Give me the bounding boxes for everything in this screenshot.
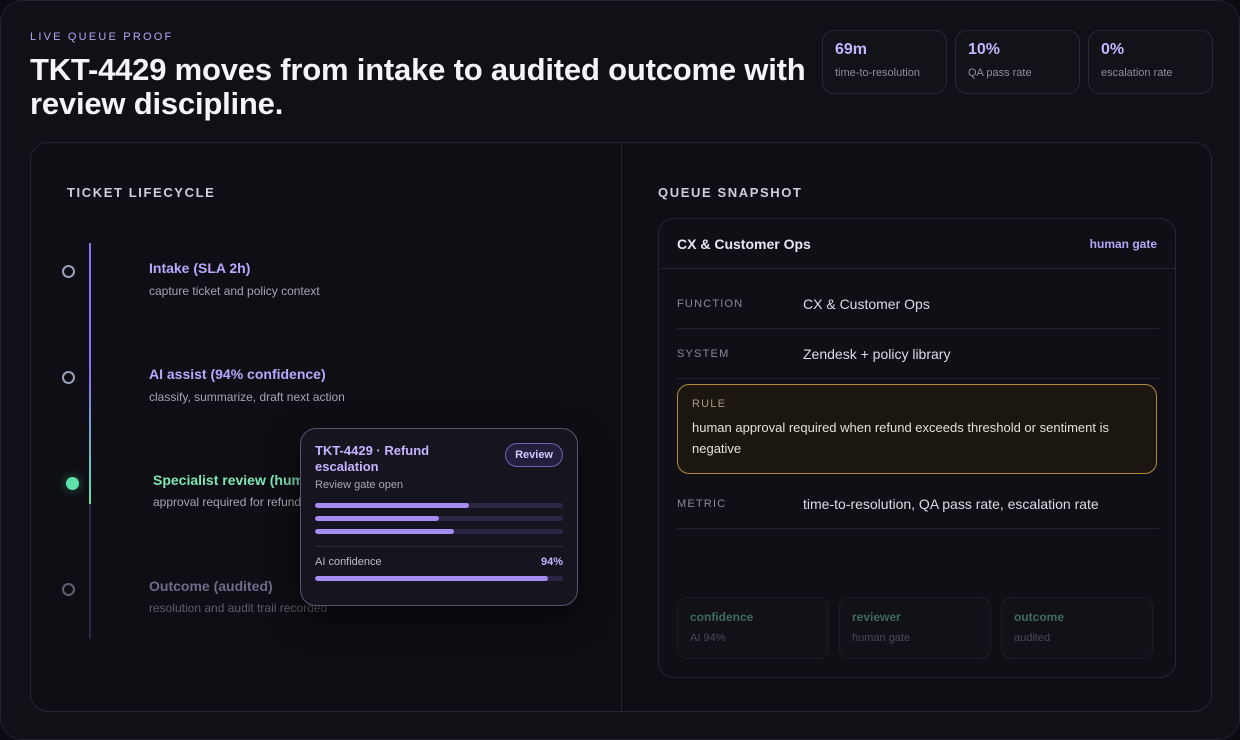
lifecycle-title: TICKET LIFECYCLE (67, 185, 216, 200)
row-key: METRIC (677, 497, 727, 510)
metric-value: 69m (835, 41, 868, 58)
rule-callout: RULE human approval required when refund… (677, 384, 1157, 474)
queue-snapshot-card: CX & Customer Ops human gate FUNCTION CX… (658, 218, 1176, 678)
step-sub-intake: capture ticket and policy context (149, 284, 320, 298)
timeline-track-done (89, 243, 91, 368)
confidence-bar-fill (315, 576, 549, 581)
metric-label: time-to-resolution (835, 67, 920, 79)
app-frame: LIVE QUEUE PROOF TKT-4429 moves from int… (0, 0, 1240, 740)
mini-card-sub: human gate (852, 632, 911, 644)
row-value: Zendesk + policy library (803, 345, 951, 362)
progress-bar-fill (315, 529, 454, 534)
row-key: FUNCTION (677, 297, 744, 310)
mini-card-sub: audited (1014, 632, 1051, 644)
row-value: CX & Customer Ops (803, 295, 930, 312)
confidence-value: 94% (540, 556, 563, 568)
metric-card-time-to-resolution: 69m time-to-resolution (822, 30, 947, 94)
step-node-intake (62, 265, 75, 278)
step-title-outcome[interactable]: Outcome (audited) (149, 578, 273, 594)
step-title-intake[interactable]: Intake (SLA 2h) (149, 260, 250, 276)
mini-card-reviewer: reviewer human gate (839, 597, 991, 659)
snapshot-title: QUEUE SNAPSHOT (658, 185, 803, 200)
confidence-row: AI confidence 94% (315, 556, 563, 568)
rule-value: human approval required when refund exce… (692, 420, 1109, 456)
step-node-outcome (62, 583, 75, 596)
main-panel: TICKET LIFECYCLE Intake (SLA 2h) capture… (30, 142, 1212, 712)
mini-card-confidence: confidence AI 94% (677, 597, 829, 659)
snapshot-header: CX & Customer Ops human gate (659, 219, 1175, 269)
progress-bar (315, 516, 563, 521)
confidence-label: AI confidence (315, 556, 382, 568)
progress-bar-fill (315, 503, 469, 508)
ticket-popup-card[interactable]: TKT-4429 · Refund escalation Review gate… (300, 428, 578, 606)
mini-card-sub: AI 94% (690, 632, 726, 644)
mini-card-title: outcome (1014, 610, 1065, 624)
timeline-track-active (89, 368, 91, 504)
progress-bar (315, 503, 563, 508)
metric-value: 10% (968, 41, 1001, 58)
timeline-track-pending (89, 504, 91, 639)
metric-value: 0% (1101, 41, 1125, 58)
snapshot-row-system: SYSTEM Zendesk + policy library (677, 329, 1159, 379)
row-value: time-to-resolution, QA pass rate, escala… (803, 495, 1099, 512)
metric-label: escalation rate (1101, 67, 1173, 79)
step-node-ai-assist (62, 371, 75, 384)
mini-card-outcome: outcome audited (1001, 597, 1153, 659)
mini-cards: confidence AI 94% reviewer human gate ou… (677, 597, 1153, 659)
step-sub-outcome: resolution and audit trail recorded (149, 601, 328, 615)
rule-key: RULE (692, 398, 727, 410)
metric-card-escalation-rate: 0% escalation rate (1088, 30, 1213, 94)
snapshot-row-function: FUNCTION CX & Customer Ops (677, 279, 1159, 329)
step-sub-specialist-review: approval required for refund (153, 495, 302, 509)
mini-card-title: reviewer (852, 610, 901, 624)
progress-bar (315, 529, 563, 534)
page-title: TKT-4429 moves from intake to audited ou… (30, 52, 806, 121)
popup-title: TKT-4429 · Refund escalation (315, 443, 430, 474)
eyebrow-label: LIVE QUEUE PROOF (30, 31, 174, 43)
step-sub-ai-assist: classify, summarize, draft next action (149, 390, 345, 404)
mini-card-title: confidence (690, 610, 754, 624)
panel-divider (621, 143, 622, 711)
metric-card-qa-pass-rate: 10% QA pass rate (955, 30, 1080, 94)
progress-bar-fill (315, 516, 439, 521)
metrics-row: 69m time-to-resolution 10% QA pass rate … (822, 30, 1213, 94)
snapshot-tag[interactable]: human gate (1090, 237, 1157, 251)
step-title-ai-assist[interactable]: AI assist (94% confidence) (149, 366, 326, 382)
snapshot-row-metric: METRIC time-to-resolution, QA pass rate,… (677, 479, 1159, 529)
snapshot-card-title: CX & Customer Ops (677, 235, 811, 252)
step-node-specialist-review (66, 477, 79, 490)
metric-label: QA pass rate (968, 67, 1032, 79)
popup-subtitle: Review gate open (315, 479, 404, 491)
popup-separator (315, 546, 563, 547)
confidence-bar (315, 576, 563, 581)
row-key: SYSTEM (677, 347, 730, 360)
review-badge-button[interactable]: Review (505, 443, 563, 467)
